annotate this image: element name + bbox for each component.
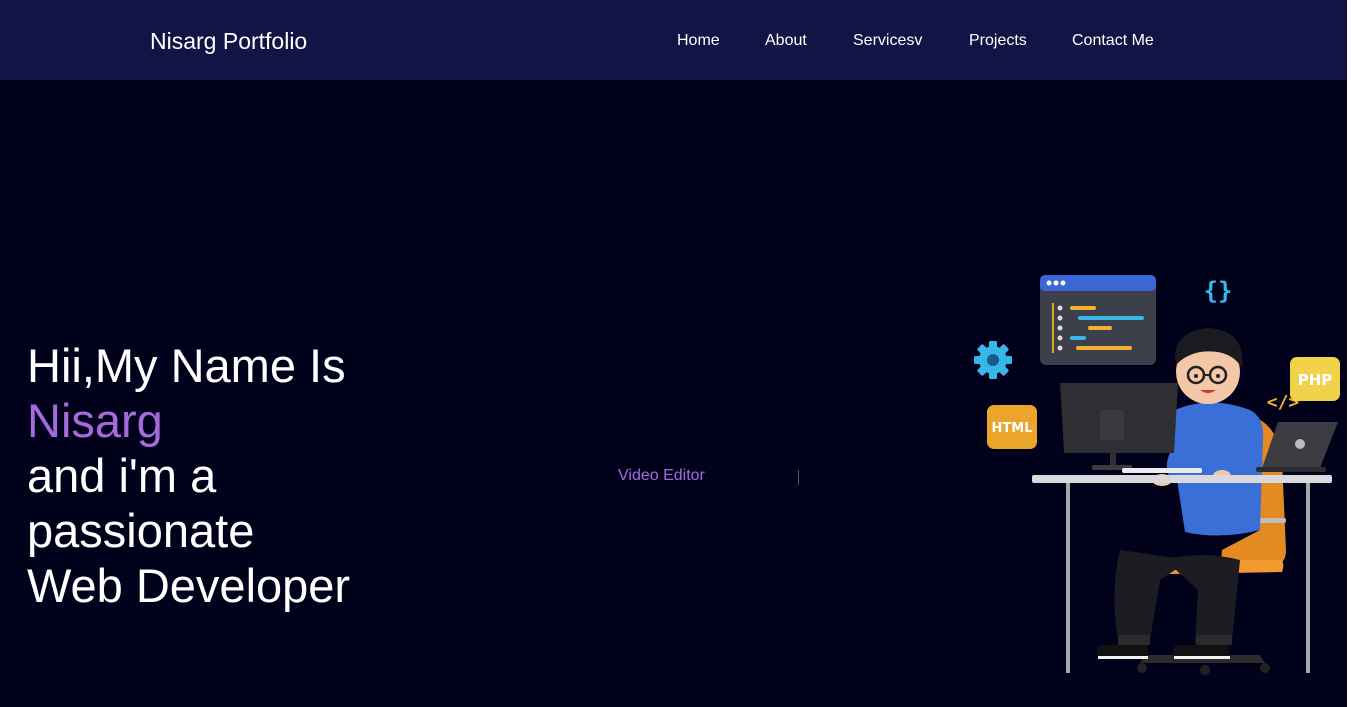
- developer-illustration: {} </> PHP HTML: [974, 275, 1340, 675]
- scrollbar[interactable]: [1347, 0, 1351, 707]
- hero-role: Web Developer: [27, 559, 351, 612]
- nav-link-about[interactable]: About: [765, 31, 807, 51]
- nav-link-contact[interactable]: Contact Me: [1072, 31, 1154, 51]
- hero-line-4: passionate: [27, 504, 255, 557]
- html-badge-text: HTML: [992, 421, 1033, 436]
- hero-line-3: and i'm a: [27, 449, 217, 502]
- curly-braces-icon: {}: [1204, 277, 1233, 305]
- typed-role-text: Video Editor: [618, 467, 705, 484]
- svg-text:{}: {}: [1204, 277, 1233, 305]
- php-badge-text: PHP: [1298, 371, 1333, 389]
- typing-caret: [798, 470, 799, 485]
- php-badge: PHP: [1290, 357, 1340, 401]
- hero-heading: Hii,My Name Is Nisarg and i'm a passiona…: [27, 338, 350, 613]
- code-window-icon: [1040, 275, 1156, 365]
- developer-person: [1096, 328, 1264, 659]
- brand-logo-text[interactable]: Nisarg Portfolio: [150, 27, 307, 55]
- nav-link-services[interactable]: Servicesv: [853, 31, 922, 51]
- hero-name: Nisarg: [27, 394, 163, 447]
- nav-link-projects[interactable]: Projects: [969, 31, 1027, 51]
- gear-icon: [974, 341, 1012, 379]
- nav-link-home[interactable]: Home: [677, 31, 720, 51]
- html-badge: HTML: [987, 405, 1037, 449]
- hero-section: Hii,My Name Is Nisarg and i'm a passiona…: [0, 80, 1347, 707]
- navbar: Nisarg Portfolio Home About Servicesv Pr…: [0, 0, 1347, 80]
- hero-intro-line: Hii,My Name Is: [27, 339, 346, 392]
